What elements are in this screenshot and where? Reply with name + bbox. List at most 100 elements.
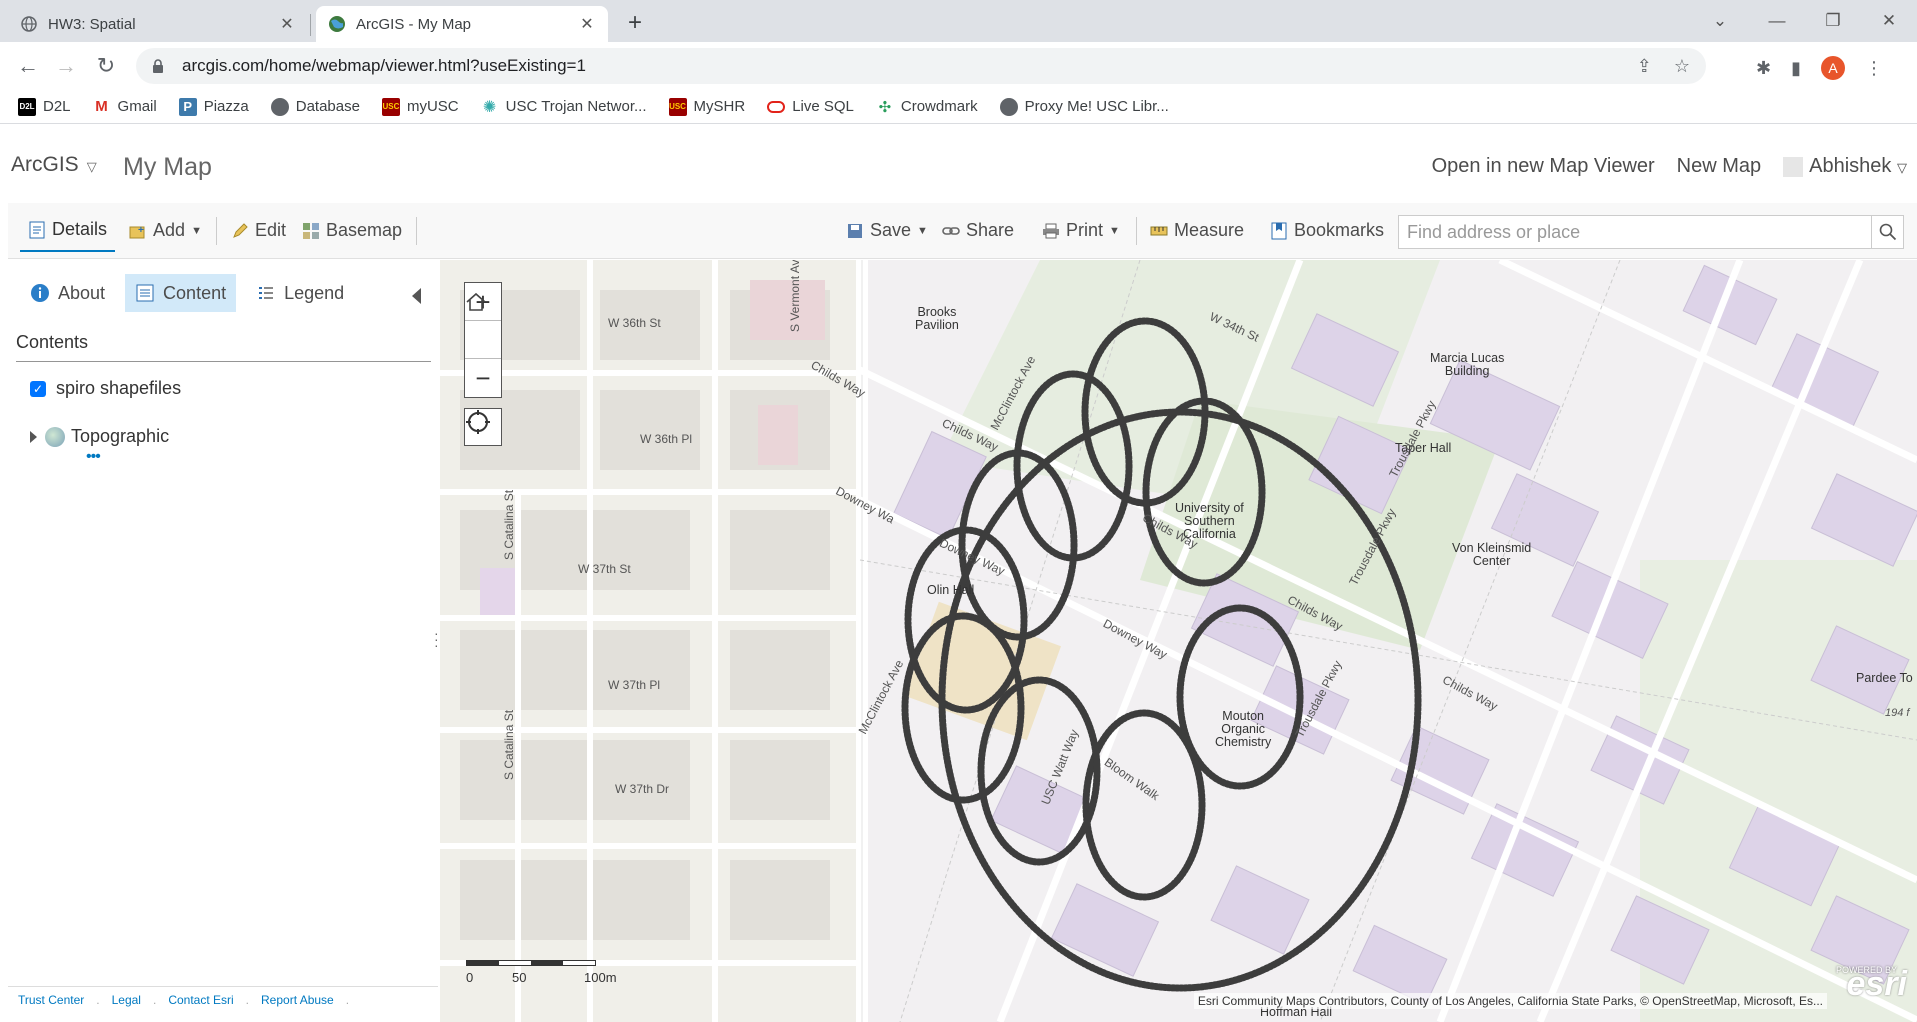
globe-icon (999, 97, 1018, 116)
tab-legend[interactable]: Legend (246, 274, 354, 312)
more-options-icon[interactable]: ••• (86, 448, 101, 466)
scale-label: 50 (512, 970, 527, 985)
extensions-icon[interactable]: ✱ (1756, 58, 1771, 79)
link-icon (942, 222, 960, 240)
browser-tab-hw3[interactable]: HW3: Spatial ✕ (8, 6, 308, 42)
browser-tab-arcgis[interactable]: ArcGIS - My Map ✕ (316, 6, 608, 42)
find-address-input[interactable]: Find address or place (1398, 215, 1872, 249)
bookmark-piazza[interactable]: P Piazza (178, 97, 249, 116)
street-label: W 37th St (578, 562, 631, 576)
back-button[interactable]: ← (12, 50, 44, 82)
layer-topographic[interactable]: Topographic (18, 426, 169, 447)
reload-button[interactable]: ↻ (90, 50, 122, 82)
new-map-link[interactable]: New Map (1677, 155, 1761, 178)
scale-label: 100m (584, 970, 617, 985)
bookmarks-button[interactable]: Bookmarks (1262, 210, 1392, 252)
svg-text:+: + (138, 225, 144, 236)
user-menu[interactable]: Abhishek ▽ (1783, 155, 1907, 178)
map-view[interactable]: W 36th St W 36th Pl W 37th St W 37th Pl … (440, 260, 1917, 1022)
add-button[interactable]: + Add ▼ (121, 210, 210, 252)
footer-links: Trust Center. Legal. Contact Esri. Repor… (8, 986, 438, 1012)
locate-button[interactable] (464, 408, 502, 446)
ruler-icon (1150, 222, 1168, 240)
street-label: W 37th Dr (615, 782, 670, 796)
zoom-out-button[interactable]: − (465, 359, 501, 397)
tab-divider (310, 14, 311, 36)
contents-heading: Contents (16, 332, 431, 362)
close-window-button[interactable]: ✕ (1864, 4, 1914, 38)
search-button[interactable] (1872, 215, 1904, 249)
star-icon[interactable]: ☆ (1674, 56, 1690, 77)
bookmark-gmail[interactable]: M Gmail (93, 98, 156, 116)
bookmark-myshr[interactable]: USC MySHR (668, 97, 745, 116)
gmail-icon: M (95, 98, 108, 115)
side-panel-icon[interactable]: ▮ (1791, 58, 1801, 79)
add-layer-icon: + (129, 222, 147, 240)
street-label: S Catalina St (502, 709, 516, 780)
footer-separator: . (96, 992, 100, 1007)
layer-spiro-shapefiles[interactable]: ✓ spiro shapefiles (30, 378, 181, 399)
url-field[interactable]: arcgis.com/home/webmap/viewer.html?useEx… (136, 48, 1706, 84)
bookmark-trojan-network[interactable]: ✺ USC Trojan Networ... (481, 98, 647, 116)
bookmark-live-sql[interactable]: Live SQL (767, 98, 854, 115)
print-button[interactable]: Print ▼ (1034, 210, 1128, 252)
layer-name: Topographic (71, 426, 170, 446)
new-tab-button[interactable]: + (620, 8, 650, 38)
trust-center-link[interactable]: Trust Center (18, 993, 84, 1007)
forward-button[interactable]: → (50, 50, 82, 82)
arcgis-globe-icon (328, 15, 346, 33)
oracle-icon (767, 100, 786, 113)
place-label: Von Kleinsmid Center (1452, 541, 1532, 568)
share-icon[interactable]: ⇪ (1637, 56, 1652, 77)
footer-separator: . (245, 992, 250, 1007)
report-abuse-link[interactable]: Report Abuse (261, 993, 334, 1007)
globe-icon (270, 97, 289, 116)
bookmark-myusc[interactable]: USC myUSC (381, 97, 459, 116)
home-button[interactable] (465, 292, 501, 359)
arcgis-menu[interactable]: ArcGIS ▽ (11, 153, 97, 177)
content-icon (135, 283, 155, 303)
map-toolbar: Details + Add ▼ Edit Basemap Save ▼ Shar… (8, 203, 1917, 259)
bookmark-d2l[interactable]: D2L D2L (18, 97, 71, 116)
restore-button[interactable]: ❐ (1808, 4, 1858, 38)
details-button[interactable]: Details (20, 210, 116, 252)
place-label: Mouton Organic Chemistry (1215, 709, 1272, 749)
expand-arrow-icon[interactable] (30, 430, 37, 443)
profile-avatar[interactable]: A (1821, 56, 1845, 80)
minimize-button[interactable]: — (1752, 4, 1802, 38)
globe-icon (20, 15, 38, 33)
tab-title: ArcGIS - My Map (356, 15, 472, 33)
panel-resize-handle[interactable]: · · · (434, 626, 439, 652)
tab-content[interactable]: Content (125, 274, 237, 312)
elevation-label: 194 f (1885, 707, 1910, 719)
menu-icon[interactable]: ⋮ (1865, 58, 1883, 79)
layer-name: spiro shapefiles (56, 378, 182, 398)
measure-button[interactable]: Measure (1142, 210, 1252, 252)
street-label: S Vermont Ave (788, 260, 802, 332)
bookmark-icon (1270, 222, 1288, 240)
street-label: W 36th Pl (640, 432, 693, 446)
content-panel: About Content Legend Contents ✓ spiro sh… (8, 260, 438, 1022)
street-label: W 36th St (608, 316, 661, 330)
map-attribution[interactable]: Esri Community Maps Contributors, County… (1193, 993, 1827, 1009)
layer-visibility-checkbox[interactable]: ✓ (30, 380, 46, 397)
tab-about[interactable]: About (20, 274, 115, 312)
avatar (1783, 156, 1804, 177)
contact-esri-link[interactable]: Contact Esri (168, 993, 233, 1007)
share-button[interactable]: Share (934, 210, 1022, 252)
tab-search-icon[interactable]: ⌄ (1695, 4, 1745, 38)
crowdmark-icon: ✣ (878, 98, 892, 116)
close-icon[interactable]: ✕ (578, 14, 596, 34)
bookmark-crowdmark[interactable]: ✣ Crowdmark (876, 98, 978, 116)
open-new-map-viewer-link[interactable]: Open in new Map Viewer (1432, 155, 1655, 178)
toolbar-divider (416, 216, 418, 245)
basemap-button[interactable]: Basemap (294, 210, 410, 252)
bookmark-proxy[interactable]: Proxy Me! USC Libr... (999, 97, 1169, 116)
legend-list-icon (256, 283, 276, 303)
collapse-panel-icon[interactable] (412, 288, 421, 304)
bookmark-database[interactable]: Database (270, 97, 360, 116)
legal-link[interactable]: Legal (112, 993, 141, 1007)
close-icon[interactable]: ✕ (278, 14, 296, 34)
edit-button[interactable]: Edit (223, 210, 294, 252)
save-button[interactable]: Save ▼ (838, 210, 936, 252)
